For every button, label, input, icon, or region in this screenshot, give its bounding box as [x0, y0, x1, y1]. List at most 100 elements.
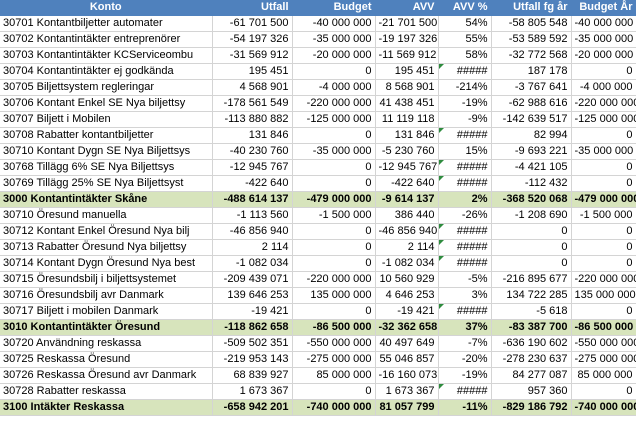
budget-ar-cell[interactable]: -20 000 000: [571, 47, 636, 65]
budget-ar-cell[interactable]: 0: [571, 159, 636, 177]
utfall-fg-ar-cell[interactable]: -58 805 548: [491, 15, 572, 33]
konto-cell[interactable]: 30716 Öresundsbilj avr Danmark: [0, 287, 213, 305]
konto-cell[interactable]: 30701 Kontantbiljetter automater: [0, 15, 213, 33]
utfall-cell[interactable]: -31 569 912: [212, 47, 293, 65]
utfall-fg-ar-cell[interactable]: -62 988 616: [491, 95, 572, 113]
konto-cell[interactable]: 30769 Tillägg 25% SE Nya Biljettsyst: [0, 175, 213, 193]
utfall-fg-ar-cell[interactable]: -83 387 700: [491, 319, 572, 337]
budget-cell[interactable]: 0: [292, 303, 376, 321]
budget-ar-cell[interactable]: -220 000 000: [571, 95, 636, 113]
avv-percent-cell[interactable]: -11%: [438, 399, 492, 417]
budget-cell[interactable]: 0: [292, 63, 376, 81]
budget-ar-cell[interactable]: -125 000 000: [571, 111, 636, 129]
utfall-cell[interactable]: -209 439 071: [212, 271, 293, 289]
avv-cell[interactable]: -16 160 073: [375, 367, 439, 385]
avv-cell[interactable]: -46 856 940: [375, 223, 439, 241]
utfall-cell[interactable]: -422 640: [212, 175, 293, 193]
budget-ar-cell[interactable]: 0: [571, 303, 636, 321]
budget-ar-cell[interactable]: -220 000 000: [571, 271, 636, 289]
utfall-fg-ar-cell[interactable]: 82 994: [491, 127, 572, 145]
avv-cell[interactable]: 40 497 649: [375, 335, 439, 353]
konto-cell[interactable]: 30720 Användning reskassa: [0, 335, 213, 353]
utfall-cell[interactable]: -118 862 658: [212, 319, 293, 337]
utfall-cell[interactable]: -509 502 351: [212, 335, 293, 353]
utfall-fg-ar-cell[interactable]: -1 208 690: [491, 207, 572, 225]
avv-cell[interactable]: -19 197 326: [375, 31, 439, 49]
konto-cell[interactable]: 3010 Kontantintäkter Öresund: [0, 319, 213, 337]
utfall-cell[interactable]: -1 113 560: [212, 207, 293, 225]
utfall-cell[interactable]: -178 561 549: [212, 95, 293, 113]
avv-percent-cell[interactable]: 2%: [438, 191, 492, 209]
avv-cell[interactable]: 386 440: [375, 207, 439, 225]
avv-cell[interactable]: -11 569 912: [375, 47, 439, 65]
column-header-avv-percent[interactable]: AVV %: [438, 0, 492, 17]
utfall-cell[interactable]: -46 856 940: [212, 223, 293, 241]
avv-cell[interactable]: -12 945 767: [375, 159, 439, 177]
konto-cell[interactable]: 30717 Biljett i mobilen Danmark: [0, 303, 213, 321]
avv-percent-cell[interactable]: -7%: [438, 335, 492, 353]
budget-ar-cell[interactable]: -35 000 000: [571, 143, 636, 161]
utfall-fg-ar-cell[interactable]: -3 767 641: [491, 79, 572, 97]
utfall-fg-ar-cell[interactable]: -142 639 517: [491, 111, 572, 129]
utfall-fg-ar-cell[interactable]: 187 178: [491, 63, 572, 81]
avv-cell[interactable]: 81 057 799: [375, 399, 439, 417]
utfall-cell[interactable]: 131 846: [212, 127, 293, 145]
konto-cell[interactable]: 30702 Kontantintäkter entreprenörer: [0, 31, 213, 49]
avv-percent-cell[interactable]: #####: [438, 63, 492, 81]
utfall-fg-ar-cell[interactable]: -216 895 677: [491, 271, 572, 289]
avv-percent-cell[interactable]: 37%: [438, 319, 492, 337]
utfall-cell[interactable]: 4 568 901: [212, 79, 293, 97]
budget-ar-cell[interactable]: 0: [571, 383, 636, 401]
budget-ar-cell[interactable]: -35 000 000: [571, 31, 636, 49]
avv-cell[interactable]: 195 451: [375, 63, 439, 81]
avv-cell[interactable]: -422 640: [375, 175, 439, 193]
budget-cell[interactable]: -20 000 000: [292, 47, 376, 65]
utfall-cell[interactable]: -1 082 034: [212, 255, 293, 273]
konto-cell[interactable]: 3000 Kontantintäkter Skåne: [0, 191, 213, 209]
utfall-cell[interactable]: 1 673 367: [212, 383, 293, 401]
utfall-cell[interactable]: -658 942 201: [212, 399, 293, 417]
budget-cell[interactable]: 0: [292, 159, 376, 177]
utfall-fg-ar-cell[interactable]: 0: [491, 223, 572, 241]
utfall-fg-ar-cell[interactable]: -5 618: [491, 303, 572, 321]
column-header-budget-ar[interactable]: Budget År: [571, 0, 636, 17]
budget-ar-cell[interactable]: -1 500 000: [571, 207, 636, 225]
utfall-fg-ar-cell[interactable]: -9 693 221: [491, 143, 572, 161]
avv-percent-cell[interactable]: 55%: [438, 31, 492, 49]
budget-cell[interactable]: 85 000 000: [292, 367, 376, 385]
budget-ar-cell[interactable]: 0: [571, 63, 636, 81]
avv-cell[interactable]: 11 119 118: [375, 111, 439, 129]
avv-cell[interactable]: -1 082 034: [375, 255, 439, 273]
konto-cell[interactable]: 30710 Öresund manuella: [0, 207, 213, 225]
budget-cell[interactable]: -220 000 000: [292, 95, 376, 113]
utfall-cell[interactable]: -19 421: [212, 303, 293, 321]
utfall-fg-ar-cell[interactable]: 0: [491, 239, 572, 257]
avv-percent-cell[interactable]: #####: [438, 127, 492, 145]
avv-percent-cell[interactable]: -214%: [438, 79, 492, 97]
utfall-fg-ar-cell[interactable]: -53 589 592: [491, 31, 572, 49]
budget-cell[interactable]: -1 500 000: [292, 207, 376, 225]
konto-cell[interactable]: 30708 Rabatter kontantbiljetter: [0, 127, 213, 145]
avv-percent-cell[interactable]: -19%: [438, 367, 492, 385]
budget-ar-cell[interactable]: -40 000 000: [571, 15, 636, 33]
column-header-budget[interactable]: Budget: [292, 0, 376, 17]
utfall-fg-ar-cell[interactable]: 134 722 285: [491, 287, 572, 305]
avv-cell[interactable]: -5 230 760: [375, 143, 439, 161]
utfall-cell[interactable]: -61 701 500: [212, 15, 293, 33]
budget-ar-cell[interactable]: 0: [571, 239, 636, 257]
budget-cell[interactable]: 0: [292, 239, 376, 257]
avv-cell[interactable]: 131 846: [375, 127, 439, 145]
budget-ar-cell[interactable]: 135 000 000: [571, 287, 636, 305]
avv-cell[interactable]: 8 568 901: [375, 79, 439, 97]
utfall-cell[interactable]: -54 197 326: [212, 31, 293, 49]
avv-percent-cell[interactable]: 58%: [438, 47, 492, 65]
avv-percent-cell[interactable]: #####: [438, 239, 492, 257]
budget-cell[interactable]: 0: [292, 175, 376, 193]
budget-ar-cell[interactable]: -550 000 000: [571, 335, 636, 353]
avv-percent-cell[interactable]: #####: [438, 255, 492, 273]
avv-percent-cell[interactable]: -26%: [438, 207, 492, 225]
utfall-fg-ar-cell[interactable]: -829 186 792: [491, 399, 572, 417]
utfall-fg-ar-cell[interactable]: -112 432: [491, 175, 572, 193]
utfall-fg-ar-cell[interactable]: -368 520 068: [491, 191, 572, 209]
konto-cell[interactable]: 30705 Biljettsystem regleringar: [0, 79, 213, 97]
